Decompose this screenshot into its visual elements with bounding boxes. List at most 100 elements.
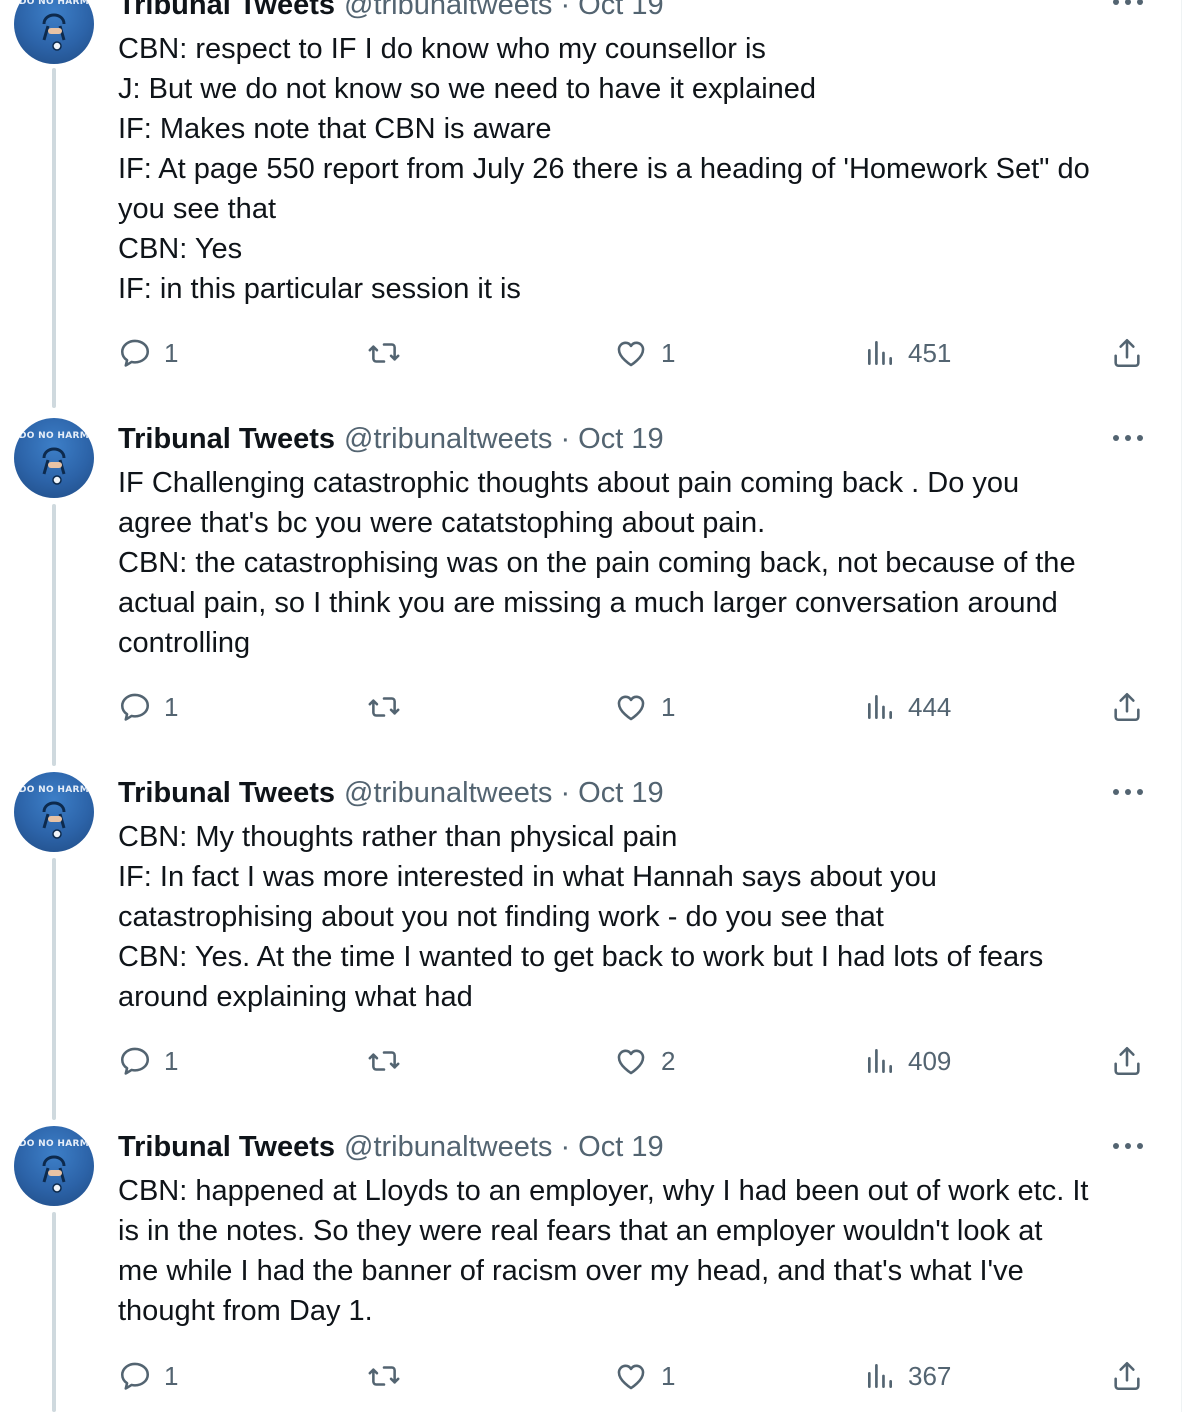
tweet-line: me while I had the banner of racism over… (118, 1255, 1024, 1287)
reply-count: 1 (164, 1045, 179, 1076)
reply-button[interactable]: 1 (118, 333, 178, 373)
tweet-line: thought from Day 1. (118, 1295, 373, 1327)
views-icon (868, 695, 892, 719)
heart-icon (617, 1364, 645, 1390)
avatar-figure-icon (42, 1155, 66, 1193)
share-button[interactable] (1110, 687, 1144, 727)
tweet-actions: 1 1 367 (0, 1356, 1180, 1396)
tweet-line: you see that (118, 193, 276, 225)
tweet-line: CBN: the catastrophising was on the pain… (118, 547, 1076, 579)
like-button[interactable]: 2 (613, 1041, 675, 1081)
share-icon (1114, 1046, 1140, 1076)
tweet-line: CBN: Yes. At the time I wanted to get ba… (118, 941, 1044, 973)
views-count: 367 (908, 1360, 952, 1391)
tweet-header: Tribunal Tweets @tribunaltweets · Oct 19 (118, 1130, 664, 1164)
share-icon (1114, 692, 1140, 722)
heart-icon (617, 695, 645, 721)
share-icon (1114, 338, 1140, 368)
tweet[interactable]: DO NO HARM Tribunal Tweets @tribunaltwee… (0, 400, 1180, 766)
retweet-button[interactable] (366, 687, 402, 727)
like-count: 1 (661, 1360, 676, 1391)
tweet-header: Tribunal Tweets @tribunaltweets · Oct 19 (118, 0, 664, 22)
views-icon (868, 1364, 892, 1388)
share-button[interactable] (1110, 1041, 1144, 1081)
tweet-header: Tribunal Tweets @tribunaltweets · Oct 19 (118, 422, 664, 456)
author-name[interactable]: Tribunal Tweets (118, 0, 335, 22)
views-count: 409 (908, 1045, 952, 1076)
tweet-line: controlling (118, 627, 251, 659)
reply-count: 1 (164, 691, 179, 722)
views-button[interactable]: 451 (864, 333, 951, 373)
tweet-line: CBN: Yes (118, 233, 243, 265)
tweet[interactable]: DO NO HARM Tribunal Tweets @tribunaltwee… (0, 1108, 1180, 1412)
tweet-line: IF Challenging catastrophic thoughts abo… (118, 467, 1020, 499)
share-icon (1114, 1361, 1140, 1391)
heart-icon (617, 1049, 645, 1075)
more-icon[interactable] (1112, 432, 1144, 444)
views-count: 451 (908, 337, 952, 368)
views-button[interactable]: 444 (864, 687, 951, 727)
retweet-icon (368, 343, 400, 363)
author-name[interactable]: Tribunal Tweets (118, 777, 335, 810)
author-name[interactable]: Tribunal Tweets (118, 1131, 335, 1164)
avatar-figure-icon (42, 447, 66, 485)
reply-count: 1 (164, 1360, 179, 1391)
tweet-actions: 1 1 444 (0, 687, 1180, 727)
avatar-figure-icon (42, 13, 66, 51)
author-handle-date[interactable]: @tribunaltweets · Oct 19 (344, 423, 664, 456)
avatar[interactable]: DO NO HARM (14, 0, 94, 64)
views-button[interactable]: 409 (864, 1041, 951, 1081)
share-button[interactable] (1110, 1356, 1144, 1396)
tweet-line: CBN: respect to IF I do know who my coun… (118, 33, 766, 65)
retweet-button[interactable] (366, 1041, 402, 1081)
reply-icon (120, 693, 150, 721)
tweet-text: CBN: respect to IF I do know who my coun… (118, 29, 1168, 309)
tweet-line: actual pain, so I think you are missing … (118, 587, 1058, 619)
tweet-header: Tribunal Tweets @tribunaltweets · Oct 19 (118, 776, 664, 810)
like-count: 2 (661, 1045, 676, 1076)
reply-count: 1 (164, 337, 179, 368)
tweet-line: IF: Makes note that CBN is aware (118, 113, 552, 145)
views-icon (868, 1049, 892, 1073)
tweet-line: catastrophising about you not finding wo… (118, 901, 884, 933)
like-button[interactable]: 1 (613, 333, 675, 373)
author-handle-date[interactable]: @tribunaltweets · Oct 19 (344, 1131, 664, 1164)
tweet[interactable]: DO NO HARM Tribunal Tweets @tribunaltwee… (0, 754, 1180, 1120)
reply-button[interactable]: 1 (118, 1041, 178, 1081)
like-button[interactable]: 1 (613, 687, 675, 727)
retweet-icon (368, 1366, 400, 1386)
tweet-line: agree that's bc you were catatstophing a… (118, 507, 766, 539)
more-icon[interactable] (1112, 786, 1144, 798)
author-handle-date[interactable]: @tribunaltweets · Oct 19 (344, 777, 664, 810)
share-button[interactable] (1110, 333, 1144, 373)
tweet-line: IF: in this particular session it is (118, 273, 521, 305)
tweet-line: around explaining what had (118, 981, 473, 1013)
reply-button[interactable]: 1 (118, 687, 178, 727)
avatar[interactable]: DO NO HARM (14, 772, 94, 852)
reply-button[interactable]: 1 (118, 1356, 178, 1396)
views-button[interactable]: 367 (864, 1356, 951, 1396)
like-button[interactable]: 1 (613, 1356, 675, 1396)
more-icon[interactable] (1112, 0, 1144, 8)
views-count: 444 (908, 691, 952, 722)
more-icon[interactable] (1112, 1140, 1144, 1152)
like-count: 1 (661, 337, 676, 368)
reply-icon (120, 339, 150, 367)
retweet-button[interactable] (366, 333, 402, 373)
tweet-text: IF Challenging catastrophic thoughts abo… (118, 463, 1168, 663)
avatar-figure-icon (42, 801, 66, 839)
tweet-actions: 1 1 451 (0, 333, 1180, 373)
reply-icon (120, 1047, 150, 1075)
avatar[interactable]: DO NO HARM (14, 1126, 94, 1206)
avatar[interactable]: DO NO HARM (14, 418, 94, 498)
author-name[interactable]: Tribunal Tweets (118, 423, 335, 456)
tweet[interactable]: DO NO HARM Tribunal Tweets @tribunaltwee… (0, 0, 1180, 408)
tweet-text: CBN: My thoughts rather than physical pa… (118, 817, 1168, 1017)
retweet-button[interactable] (366, 1356, 402, 1396)
tweet-text: CBN: happened at Lloyds to an employer, … (118, 1171, 1168, 1331)
author-handle-date[interactable]: @tribunaltweets · Oct 19 (344, 0, 664, 22)
tweet-line: IF: At page 550 report from July 26 ther… (118, 153, 1090, 185)
reply-icon (120, 1362, 150, 1390)
tweet-actions: 1 2 409 (0, 1041, 1180, 1081)
retweet-icon (368, 1051, 400, 1071)
